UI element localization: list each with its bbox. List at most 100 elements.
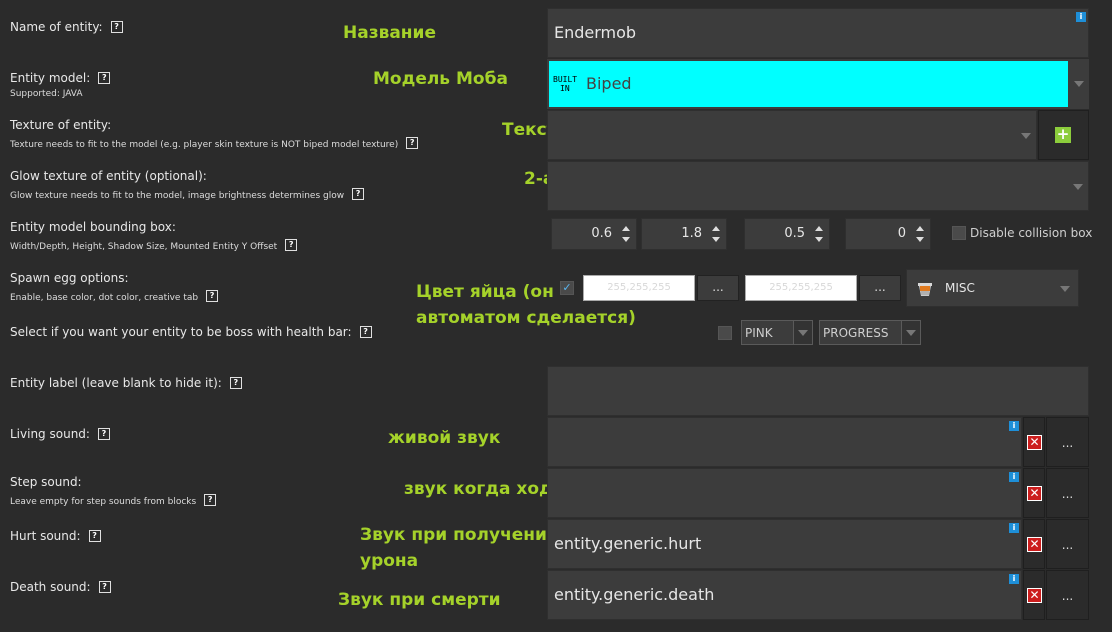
- row-living-label: Living sound:?: [10, 423, 110, 442]
- spawn-sub: Enable, base color, dot color, creative …: [10, 293, 199, 303]
- model-value: Biped: [586, 74, 632, 93]
- hurt-sound-value: entity.generic.hurt: [554, 534, 702, 553]
- spinner-up-icon[interactable]: [622, 226, 630, 231]
- texture-select[interactable]: [547, 110, 1037, 160]
- boss-color-value: PINK: [745, 326, 773, 340]
- bbox-sub: Width/Depth, Height, Shadow Size, Mounte…: [10, 242, 278, 252]
- entity-label-field[interactable]: [547, 366, 1089, 416]
- row-entity-label-label: Entity label (leave blank to hide it):?: [10, 372, 242, 391]
- remove-icon: ✕: [1027, 435, 1042, 450]
- bbox-label: Entity model bounding box:: [10, 220, 176, 234]
- step-sound-field[interactable]: i: [547, 468, 1022, 518]
- name-field[interactable]: Endermob i: [547, 8, 1089, 58]
- creative-tab-select[interactable]: MISC: [906, 269, 1079, 307]
- bbox-width-spinner[interactable]: 0.6: [551, 218, 637, 250]
- help-icon[interactable]: ?: [110, 20, 123, 33]
- info-icon[interactable]: i: [1076, 12, 1086, 22]
- row-hurt-label: Hurt sound:?: [10, 525, 101, 544]
- bbox-shadow-value: 0.5: [784, 226, 805, 241]
- chevron-down-icon[interactable]: [1060, 286, 1070, 292]
- boss-style-value: PROGRESS: [823, 326, 889, 340]
- spinner-down-icon[interactable]: [815, 237, 823, 242]
- disable-collision-label: Disable collision box: [970, 226, 1093, 240]
- boss-style-select[interactable]: PROGRESS: [819, 320, 921, 345]
- builtin-badge: BUILT IN: [553, 75, 577, 93]
- help-icon[interactable]: ?: [352, 187, 365, 200]
- info-icon[interactable]: i: [1009, 472, 1019, 482]
- info-icon[interactable]: i: [1009, 421, 1019, 431]
- bbox-shadow-spinner[interactable]: 0.5: [744, 218, 830, 250]
- egg-dot-color-button[interactable]: ...: [859, 275, 901, 301]
- spinner-up-icon[interactable]: [916, 226, 924, 231]
- boss-color-dropdown[interactable]: [793, 321, 812, 344]
- spinner-up-icon[interactable]: [815, 226, 823, 231]
- plus-icon: +: [1055, 125, 1071, 143]
- hurt-sound-remove[interactable]: ✕: [1023, 519, 1045, 569]
- help-icon[interactable]: ?: [98, 580, 111, 593]
- help-icon[interactable]: ?: [204, 493, 217, 506]
- living-label: Living sound:: [10, 427, 90, 441]
- spawn-egg-checkbox[interactable]: ✓: [560, 281, 574, 295]
- annotation-name: Название: [343, 23, 436, 43]
- help-icon[interactable]: ?: [359, 325, 372, 338]
- model-sub: Supported: JAVA: [10, 89, 83, 99]
- glow-label: Glow texture of entity (optional):: [10, 169, 207, 183]
- help-icon[interactable]: ?: [97, 427, 110, 440]
- row-death-label: Death sound:?: [10, 576, 111, 595]
- hurt-sound-field[interactable]: entity.generic.hurt i: [547, 519, 1022, 569]
- row-name-label: Name of entity:?: [10, 16, 123, 35]
- help-icon[interactable]: ?: [229, 376, 242, 389]
- disable-collision-checkbox[interactable]: [952, 226, 966, 240]
- model-select[interactable]: BUILT IN Biped: [547, 59, 1089, 109]
- add-texture-button[interactable]: +: [1038, 110, 1089, 160]
- egg-dot-color-field[interactable]: 255,255,255: [745, 275, 857, 301]
- help-icon[interactable]: ?: [285, 238, 298, 251]
- spinner-down-icon[interactable]: [916, 237, 924, 242]
- death-sound-remove[interactable]: ✕: [1023, 570, 1045, 620]
- help-icon[interactable]: ?: [206, 289, 219, 302]
- death-sound-field[interactable]: entity.generic.death i: [547, 570, 1022, 620]
- boss-color-select[interactable]: PINK: [741, 320, 813, 345]
- row-bbox-label: Entity model bounding box: Width/Depth, …: [10, 220, 298, 253]
- info-icon[interactable]: i: [1009, 574, 1019, 584]
- step-sound-remove[interactable]: ✕: [1023, 468, 1045, 518]
- chevron-down-icon[interactable]: [1073, 184, 1083, 190]
- boss-checkbox[interactable]: [718, 326, 732, 340]
- step-sound-browse[interactable]: ...: [1046, 468, 1089, 518]
- death-sound-value: entity.generic.death: [554, 585, 715, 604]
- remove-icon: ✕: [1027, 537, 1042, 552]
- row-glow-label: Glow texture of entity (optional): Glow …: [10, 169, 365, 202]
- info-icon[interactable]: i: [1009, 523, 1019, 533]
- annotation-egg-line2: автоматом сделается): [416, 308, 636, 328]
- glow-texture-select[interactable]: [547, 161, 1089, 211]
- spinner-up-icon[interactable]: [712, 226, 720, 231]
- death-sound-browse[interactable]: ...: [1046, 570, 1089, 620]
- bbox-width-value: 0.6: [591, 226, 612, 241]
- egg-base-color-button[interactable]: ...: [697, 275, 739, 301]
- annotation-death: Звук при смерти: [338, 590, 501, 610]
- egg-base-color-field[interactable]: 255,255,255: [583, 275, 695, 301]
- chevron-down-icon[interactable]: [1021, 133, 1031, 139]
- model-selected: BUILT IN Biped: [549, 61, 1068, 107]
- bbox-offset-spinner[interactable]: 0: [845, 218, 931, 250]
- model-label: Entity model:: [10, 71, 91, 85]
- spinner-down-icon[interactable]: [712, 237, 720, 242]
- hurt-sound-browse[interactable]: ...: [1046, 519, 1089, 569]
- chevron-down-icon[interactable]: [1074, 81, 1084, 87]
- annotation-hurt-line2: урона: [360, 551, 419, 571]
- bbox-height-spinner[interactable]: 1.8: [641, 218, 727, 250]
- step-sub: Leave empty for step sounds from blocks: [10, 497, 197, 507]
- bucket-icon: [915, 279, 935, 299]
- row-boss-label: Select if you want your entity to be bos…: [10, 321, 372, 340]
- name-value: Endermob: [554, 23, 637, 42]
- living-sound-field[interactable]: i: [547, 417, 1022, 467]
- help-icon[interactable]: ?: [98, 71, 111, 84]
- living-sound-remove[interactable]: ✕: [1023, 417, 1045, 467]
- glow-sub: Glow texture needs to fit to the model, …: [10, 191, 345, 201]
- spinner-down-icon[interactable]: [622, 237, 630, 242]
- living-sound-browse[interactable]: ...: [1046, 417, 1089, 467]
- help-icon[interactable]: ?: [88, 529, 101, 542]
- help-icon[interactable]: ?: [406, 136, 419, 149]
- annotation-living: живой звук: [388, 428, 501, 448]
- boss-style-dropdown[interactable]: [901, 321, 920, 344]
